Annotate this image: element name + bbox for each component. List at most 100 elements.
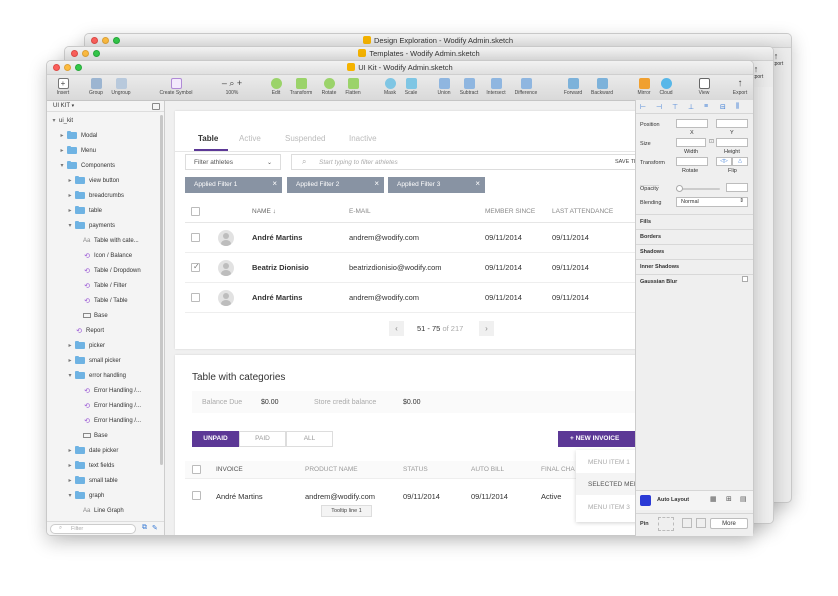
- applied-filter-chip-1[interactable]: Applied Filter 1 ×: [185, 177, 282, 193]
- filter-field[interactable]: ⌕ Filter: [50, 524, 136, 534]
- column-header-last-attendance[interactable]: LAST ATTENDANCE: [552, 208, 613, 215]
- align-right-icon[interactable]: ⊤: [672, 103, 678, 111]
- layer-item[interactable]: ▾ ui_kit: [51, 113, 73, 128]
- table-row[interactable]: ✓ Beatriz Dionisio beatrizdionisio@wodify.…: [185, 253, 682, 283]
- export-button[interactable]: ↑ Export: [724, 76, 753, 96]
- pin-width-icon[interactable]: [682, 518, 692, 528]
- align-center-icon[interactable]: ⊣: [656, 103, 662, 111]
- segment-paid[interactable]: PAID: [239, 431, 286, 447]
- layer-item[interactable]: ▸ view button: [67, 173, 119, 188]
- tab-suspended[interactable]: Suspended: [285, 134, 325, 143]
- pin-diagram-icon[interactable]: [658, 517, 674, 531]
- toggle-pages-icon[interactable]: [152, 103, 160, 110]
- row-checkbox[interactable]: [191, 233, 200, 242]
- column-header-auto-bill[interactable]: AUTO BILL: [471, 466, 504, 473]
- backward-button[interactable]: Backward: [586, 76, 618, 96]
- difference-button[interactable]: Difference: [510, 76, 542, 96]
- layer-item[interactable]: ⟲ Table / Table: [75, 293, 128, 308]
- layer-item[interactable]: ⟲ Error Handling /...: [75, 383, 141, 398]
- column-header-product-name[interactable]: PRODUCT NAME: [305, 466, 358, 473]
- sidebar-scrollbar[interactable]: [160, 115, 163, 465]
- layout-group-icon[interactable]: ⊞: [726, 495, 732, 503]
- athlete-search-input[interactable]: ⌕ Start typing to filter athletes SAVE T…: [291, 154, 682, 170]
- column-header-email[interactable]: E-MAIL: [349, 208, 371, 215]
- opacity-slider[interactable]: [676, 185, 720, 192]
- chevron-right-icon[interactable]: ▸: [59, 147, 65, 154]
- more-button[interactable]: More: [710, 518, 748, 529]
- row-checkbox[interactable]: [191, 293, 200, 302]
- layer-item[interactable]: ▸ Menu: [59, 143, 96, 158]
- distribute-icon[interactable]: ⫼: [736, 103, 739, 111]
- tab-table[interactable]: Table: [198, 134, 218, 143]
- layer-item[interactable]: ▸ date picker: [67, 443, 118, 458]
- select-all-checkbox[interactable]: [191, 207, 200, 216]
- layer-item[interactable]: ▾ payments: [67, 218, 115, 233]
- zoom-control[interactable]: – ⌕ + 100%: [214, 76, 250, 96]
- minimize-button[interactable]: [102, 37, 109, 44]
- inspector-section-borders[interactable]: Borders: [636, 229, 753, 243]
- align-top-icon[interactable]: ⊥: [688, 103, 694, 111]
- edit-filter-icon[interactable]: ✎: [152, 524, 158, 532]
- column-header-status[interactable]: STATUS: [403, 466, 428, 473]
- close-icon[interactable]: ×: [475, 179, 480, 188]
- layer-item[interactable]: ▸ Modal: [59, 128, 97, 143]
- chevron-down-icon[interactable]: ▾: [59, 162, 65, 169]
- inspector-section-fills[interactable]: Fills: [636, 214, 753, 228]
- chevron-down-icon[interactable]: ▾: [51, 117, 57, 124]
- chevron-right-icon[interactable]: ▸: [67, 342, 73, 349]
- intersect-button[interactable]: Intersect: [480, 76, 512, 96]
- cloud-button[interactable]: Cloud: [650, 76, 682, 96]
- table-row[interactable]: André Martins andrem@wodify.com 09/11/2014…: [185, 223, 682, 253]
- prev-page-button[interactable]: ‹: [389, 321, 404, 336]
- chevron-right-icon[interactable]: ▸: [59, 132, 65, 139]
- layer-item[interactable]: Base: [75, 308, 108, 323]
- height-input[interactable]: [716, 138, 748, 147]
- align-middle-icon[interactable]: ≡: [704, 103, 708, 110]
- chevron-right-icon[interactable]: ▸: [67, 177, 73, 184]
- chevron-right-icon[interactable]: ▸: [67, 447, 73, 454]
- layer-item[interactable]: ⟲ Error Handling /...: [75, 398, 141, 413]
- segment-all[interactable]: ALL: [286, 431, 333, 447]
- page-selector[interactable]: UI KIT ▾: [47, 101, 164, 112]
- inspector-section-shadows[interactable]: Shadows: [636, 244, 753, 258]
- x-input[interactable]: [676, 119, 708, 128]
- layer-item[interactable]: ⟲ Error Handling /...: [75, 413, 141, 428]
- opacity-input[interactable]: [726, 183, 748, 192]
- inspector-section-gaussian-blur[interactable]: Gaussian Blur: [636, 274, 753, 288]
- rotate-input[interactable]: [676, 157, 708, 166]
- row-checkbox[interactable]: ✓: [191, 262, 200, 272]
- layer-item[interactable]: Aa Line Graph: [75, 503, 124, 518]
- segment-unpaid[interactable]: UNPAID: [192, 431, 239, 447]
- chevron-down-icon[interactable]: ▾: [67, 222, 73, 229]
- zoom-in[interactable]: +: [237, 78, 242, 88]
- filter-dropdown[interactable]: Filter athletes ⌄: [185, 154, 281, 170]
- zoom-out[interactable]: –: [222, 78, 227, 88]
- canvas[interactable]: Table Active Suspended Inactive Filter a…: [165, 101, 682, 535]
- align-left-icon[interactable]: ⊢: [640, 103, 646, 111]
- tab-inactive[interactable]: Inactive: [349, 134, 377, 143]
- ungroup-button[interactable]: Ungroup: [105, 76, 137, 96]
- layer-item[interactable]: ▸ picker: [67, 338, 105, 353]
- applied-filter-chip-3[interactable]: Applied Filter 3 ×: [388, 177, 485, 193]
- column-header-final-charge[interactable]: FINAL CHA: [541, 466, 575, 473]
- flip-vertical-button[interactable]: △: [732, 157, 748, 166]
- layer-item[interactable]: ▸ text fields: [67, 458, 114, 473]
- forward-button[interactable]: Forward: [557, 76, 589, 96]
- close-icon[interactable]: ×: [272, 179, 277, 188]
- layer-item[interactable]: Aa Table with cate...: [75, 233, 139, 248]
- pin-height-icon[interactable]: [696, 518, 706, 528]
- next-page-button[interactable]: ›: [479, 321, 494, 336]
- close-button[interactable]: [91, 37, 98, 44]
- lock-icon[interactable]: ⊡: [709, 138, 714, 145]
- layer-item[interactable]: ⟲ Table / Dropdown: [75, 263, 141, 278]
- align-bottom-icon[interactable]: ⊟: [720, 103, 726, 111]
- zoom-button[interactable]: [93, 50, 100, 57]
- zoom-button[interactable]: [75, 64, 82, 71]
- chevron-right-icon[interactable]: ▸: [67, 207, 73, 214]
- insert-button[interactable]: + Insert: [47, 76, 79, 96]
- width-input[interactable]: [676, 138, 706, 147]
- layer-item[interactable]: ▸ small table: [67, 473, 118, 488]
- select-all-checkbox[interactable]: [192, 465, 201, 474]
- row-checkbox[interactable]: [192, 491, 201, 500]
- table-row[interactable]: André Martins andrem@wodify.com 09/11/2014…: [185, 283, 682, 313]
